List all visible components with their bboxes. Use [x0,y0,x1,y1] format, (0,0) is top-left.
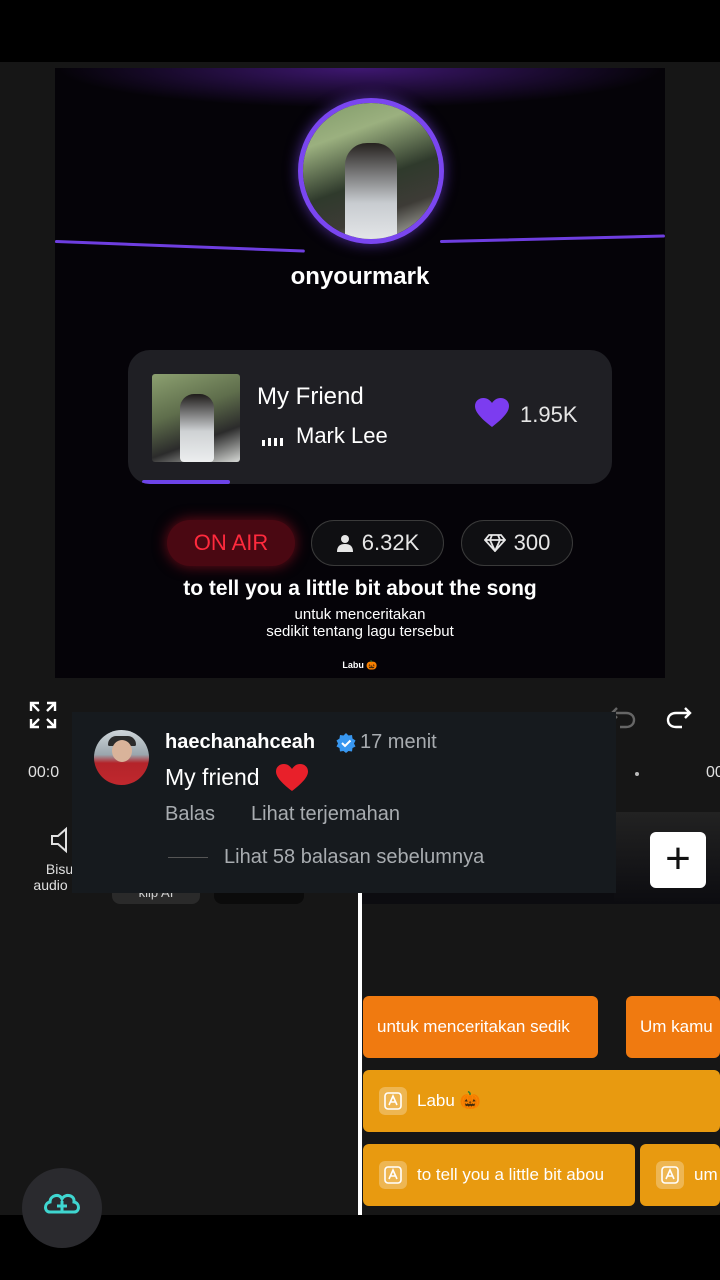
comment-text: My friend [165,764,260,790]
song-cover [152,374,240,462]
caption-main: to tell you a little bit about the song [183,577,537,600]
red-heart-icon [276,764,308,791]
screen: onyourmark My Friend Mark Lee 1.95K ON A… [0,0,720,1280]
text-clip-icon [656,1161,684,1189]
on-air-label: ON AIR [193,530,269,555]
replies-divider [168,857,208,858]
on-air-badge: ON AIR [167,520,295,566]
verified-badge-icon [336,733,356,753]
diamond-icon [483,534,506,552]
reply-link[interactable]: Balas [165,803,215,826]
profile-avatar [298,98,444,244]
subtitle-clip-label-2: Um kamu [640,1017,713,1036]
text-track-caption-2[interactable]: um [640,1144,720,1206]
subtitle-clip-label: untuk menceritakan sedik [377,1017,570,1036]
playhead[interactable] [358,892,362,1215]
song-progress-bar [142,480,230,484]
end-time: 00 [706,764,720,781]
subtitle-track-clip-2[interactable]: Um kamu [626,996,720,1058]
song-likes: 1.95K [520,402,578,427]
text-track-caption[interactable]: to tell you a little bit abou [363,1144,635,1206]
audio-bars-icon [262,438,283,446]
watermark-text: Labu 🎃 [342,660,378,670]
profile-username: onyourmark [290,263,430,290]
comment-time: 17 menit [360,731,437,753]
commenter-avatar[interactable] [94,730,149,785]
heart-icon [475,398,509,427]
song-title: My Friend [257,383,364,410]
video-preview[interactable]: onyourmark My Friend Mark Lee 1.95K ON A… [55,68,665,678]
song-card: My Friend Mark Lee 1.95K [128,350,612,484]
wave-line-left [55,240,305,253]
gems-count: 300 [513,530,551,555]
timeline-dot [635,772,639,776]
add-clip-button[interactable]: + [650,832,706,888]
current-time: 00:0 [28,764,60,781]
song-artist: Mark Lee [296,423,388,448]
caption-sub-line2: sedikit tentang lagu tersebut [266,623,454,640]
text-clip-icon [379,1087,407,1115]
subtitle-track-clip[interactable]: untuk menceritakan sedik [363,996,598,1058]
see-translation-link[interactable]: Lihat terjemahan [251,803,400,826]
view-previous-replies-link[interactable]: Lihat 58 balasan sebelumnya [224,846,484,869]
text-clip-icon [379,1161,407,1189]
caption-clip-label: to tell you a little bit abou [417,1165,605,1184]
comment-card: haechanahceah 17 menit My friend Balas L… [72,712,616,893]
fullscreen-icon[interactable] [28,700,58,730]
cloud-plus-icon [44,1193,80,1214]
add-track-button[interactable] [22,1168,102,1248]
caption-sub-line1: untuk menceritakan [294,606,426,623]
viewers-badge: 6.32K [311,520,444,566]
text-track-labu[interactable]: Labu 🎃 [363,1070,720,1132]
wave-line-right [439,234,665,243]
viewers-count: 6.32K [361,530,420,555]
labu-clip-label: Labu 🎃 [417,1091,481,1110]
caption-sub: untuk menceritakan sedikit tentang lagu … [55,606,665,640]
commenter-username[interactable]: haechanahceah [165,731,315,754]
person-icon [336,535,353,552]
caption-clip-label-2: um [694,1165,718,1184]
redo-icon[interactable] [664,700,694,730]
gems-badge: 300 [461,520,573,566]
